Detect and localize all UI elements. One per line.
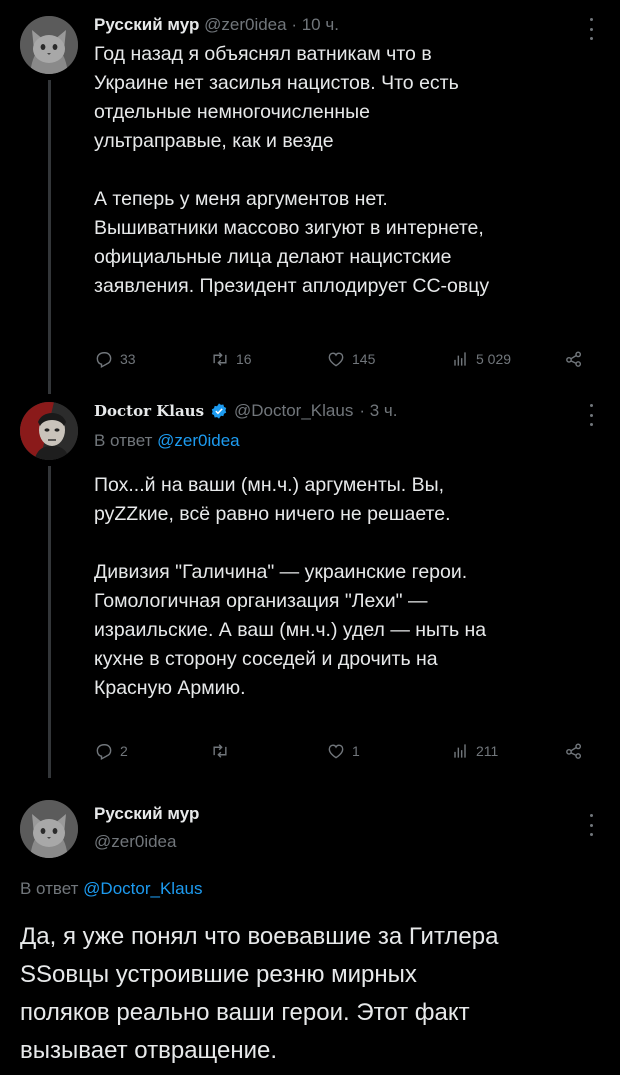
share-button[interactable] [564, 738, 584, 764]
tweet-text: Да, я уже понял что воевавшие за Гитлера… [20, 923, 499, 1064]
thread-line [48, 466, 51, 778]
more-icon[interactable] [588, 18, 594, 40]
reply-context: В ответ @zer0idea [94, 428, 240, 454]
author-name[interactable]: Doctor Klaus [94, 400, 204, 422]
author-handle[interactable]: @Doctor_Klaus [234, 400, 353, 422]
views-button[interactable]: 5 029 [450, 346, 511, 372]
reply-count: 33 [120, 351, 136, 367]
thread-line [48, 80, 51, 394]
views-icon [450, 741, 470, 761]
author-handle[interactable]: @zer0idea [204, 15, 286, 34]
share-icon [564, 741, 584, 761]
reply-context: В ответ @Doctor_Klaus [20, 876, 202, 902]
retweet-count: 16 [236, 351, 252, 367]
retweet-button[interactable]: 16 [210, 346, 252, 372]
tweet-time[interactable]: · 3 ч. [359, 400, 397, 422]
retweet-icon [210, 349, 230, 369]
more-icon[interactable] [588, 404, 594, 426]
author-name[interactable]: Русский мур [94, 802, 199, 826]
avatar[interactable] [20, 402, 78, 460]
like-count: 1 [352, 743, 360, 759]
portrait-avatar-icon [20, 402, 78, 460]
views-button[interactable]: 211 [450, 738, 498, 764]
tweet-header: Doctor Klaus @Doctor_Klaus · 3 ч. [94, 400, 397, 422]
tweet-header: Русский мур @zer0idea · 10 ч. [94, 14, 339, 36]
tweet-actions: 33 16 145 5 029 [94, 346, 604, 372]
heart-icon [326, 349, 346, 369]
reply-button[interactable]: 33 [94, 346, 136, 372]
heart-icon [326, 741, 346, 761]
tweet-text: Пох...й на ваши (мн.ч.) аргументы. Вы, р… [94, 474, 487, 699]
share-icon [564, 349, 584, 369]
reply-to-link[interactable]: @zer0idea [157, 431, 239, 450]
like-count: 145 [352, 351, 376, 367]
author-handle[interactable]: @zer0idea [94, 830, 176, 854]
views-count: 211 [476, 743, 499, 759]
reply-to-link[interactable]: @Doctor_Klaus [83, 879, 202, 898]
tweet-actions: 2 1 211 [94, 738, 604, 764]
like-button[interactable]: 1 [326, 738, 360, 764]
tweet-text: Год назад я объяснял ватникам что в Укра… [94, 43, 490, 297]
reply-icon [94, 741, 114, 761]
views-icon [450, 349, 470, 369]
tweet-time[interactable]: · 10 ч. [291, 15, 339, 34]
reply-prefix: В ответ [94, 431, 158, 450]
retweet-button[interactable] [210, 738, 236, 764]
cat-avatar-icon [20, 800, 78, 858]
retweet-icon [210, 741, 230, 761]
reply-icon [94, 349, 114, 369]
share-button[interactable] [564, 346, 584, 372]
verified-badge-icon [211, 403, 227, 419]
avatar[interactable] [20, 800, 78, 858]
cat-avatar-icon [20, 16, 78, 74]
reply-prefix: В ответ [20, 879, 84, 898]
views-count: 5 029 [476, 351, 512, 367]
reply-count: 2 [120, 743, 128, 759]
more-icon[interactable] [588, 814, 594, 836]
avatar[interactable] [20, 16, 78, 74]
reply-button[interactable]: 2 [94, 738, 128, 764]
author-name[interactable]: Русский мур [94, 15, 199, 34]
like-button[interactable]: 145 [326, 346, 375, 372]
